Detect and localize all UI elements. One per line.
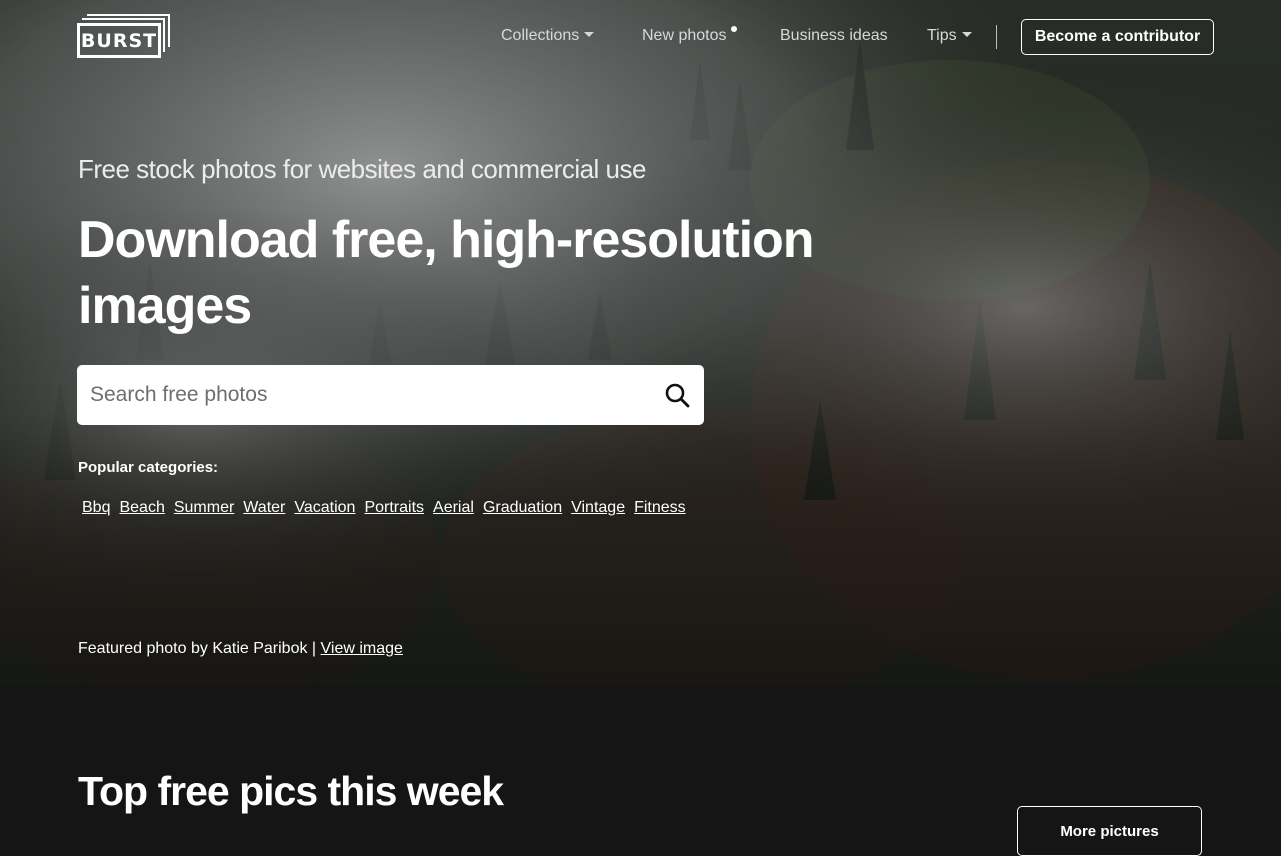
category-link-beach[interactable]: Beach [119,499,164,517]
nav-new-photos-label: New photos [642,27,727,44]
category-link-bbq[interactable]: Bbq [82,499,110,517]
category-link-summer[interactable]: Summer [174,499,234,517]
hero-background-photo [0,0,1281,685]
nav-business-ideas-label: Business ideas [780,27,888,44]
featured-photo-credit: Featured photo by Katie Paribok | View i… [78,640,403,658]
logo-wordmark: BURST [77,23,161,58]
nav-tips-label: Tips [927,27,957,44]
hero-tagline: Free stock photos for websites and comme… [78,154,646,184]
nav-divider [996,25,997,49]
nav-collections[interactable]: Collections [501,27,595,45]
hero-section: BURST Collections New photos Business id… [0,0,1281,685]
search-input[interactable] [77,365,647,425]
popular-categories-list: Bbq Beach Summer Water Vacation Portrait… [82,499,686,517]
search-icon[interactable] [664,382,690,408]
category-link-vintage[interactable]: Vintage [571,499,625,517]
nav-business-ideas[interactable]: Business ideas [780,27,888,45]
nav-collections-label: Collections [501,27,580,44]
popular-categories-label: Popular categories: [78,459,219,476]
chevron-down-icon [961,31,972,37]
category-link-portraits[interactable]: Portraits [364,499,424,517]
section-title: Top free pics this week [78,768,504,814]
category-link-aerial[interactable]: Aerial [433,499,474,517]
top-navigation: BURST Collections New photos Business id… [0,0,1281,74]
credit-text: Featured photo by Katie Paribok | [78,640,317,657]
new-indicator-dot-icon [730,26,737,32]
category-link-vacation[interactable]: Vacation [294,499,355,517]
category-link-water[interactable]: Water [243,499,285,517]
search-box [77,365,704,425]
category-link-graduation[interactable]: Graduation [483,499,562,517]
category-link-fitness[interactable]: Fitness [634,499,686,517]
burst-logo[interactable]: BURST [77,14,173,60]
view-image-link[interactable]: View image [321,640,403,657]
nav-tips[interactable]: Tips [927,27,972,45]
chevron-down-icon [584,31,595,37]
more-pictures-button[interactable]: More pictures [1017,806,1202,856]
nav-new-photos[interactable]: New photos [642,26,737,45]
hero-headline: Download free, high-resolution images [78,211,815,335]
become-contributor-button[interactable]: Become a contributor [1021,19,1214,55]
